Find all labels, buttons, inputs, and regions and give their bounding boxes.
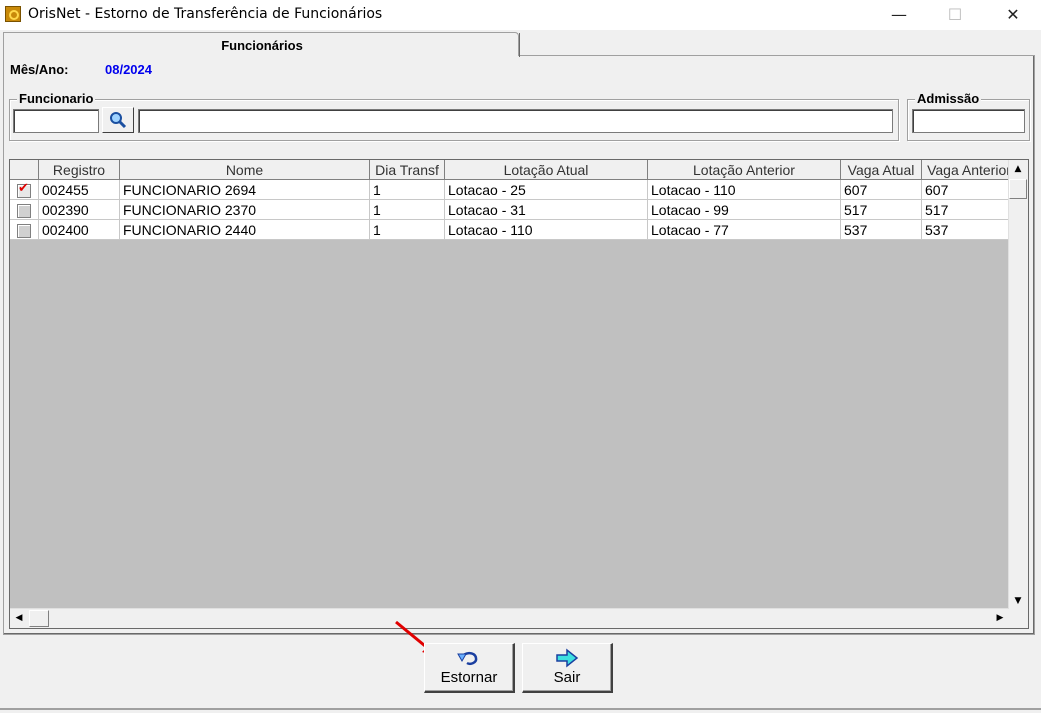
column-header-vaga-anterior[interactable]: Vaga Anterior [921, 160, 1017, 180]
close-button[interactable]: ✕ [990, 0, 1036, 30]
funcionario-code-input[interactable] [13, 109, 99, 133]
admissao-legend: Admissão [915, 91, 982, 106]
table-body: 002455FUNCIONARIO 26941Lotacao - 25Lotac… [10, 179, 1017, 240]
table-row[interactable]: 002400 FUNCIONARIO 2440 1 Lotacao - 110 Lota… [10, 219, 1017, 240]
sair-label: Sair [553, 669, 581, 686]
period-label: Mês/Ano: [10, 62, 69, 77]
table-header-row: Registro Nome Dia Transf Lotação Atual L… [10, 160, 1017, 180]
vaga-anterior-cell[interactable]: 537 [921, 219, 1017, 240]
column-header-lotacao-atual[interactable]: Lotação Atual [444, 160, 648, 180]
column-header-nome[interactable]: Nome [119, 160, 370, 180]
column-header-lotacao-anterior[interactable]: Lotação Anterior [647, 160, 841, 180]
vaga-atual-cell[interactable]: 537 [840, 219, 922, 240]
nome-cell[interactable]: FUNCIONARIO 2370 [119, 199, 370, 220]
funcionario-name-input[interactable] [138, 109, 893, 133]
column-header-dia-transf[interactable]: Dia Transf [369, 160, 445, 180]
column-header-check [10, 160, 39, 180]
row-checkbox-cell[interactable] [10, 179, 39, 200]
nome-cell[interactable]: FUNCIONARIO 2694 [119, 179, 370, 200]
scroll-corner [1009, 609, 1028, 628]
scroll-right-icon[interactable]: ▶ [991, 609, 1009, 627]
lotacao-anterior-cell[interactable]: Lotacao - 110 [647, 179, 841, 200]
row-checkbox[interactable] [17, 203, 31, 218]
estornar-button[interactable]: Estornar [424, 643, 515, 693]
nome-cell[interactable]: FUNCIONARIO 2440 [119, 219, 370, 240]
arrow-right-icon [556, 648, 579, 668]
estornar-label: Estornar [440, 669, 498, 686]
dia-transf-cell[interactable]: 1 [369, 199, 445, 220]
sair-button[interactable]: Sair [522, 643, 613, 693]
tab-funcionarios-label: Funcionários [221, 38, 303, 53]
row-checkbox[interactable] [17, 181, 31, 198]
table-row[interactable]: 002390 FUNCIONARIO 2370 1 Lotacao - 31 Lotac… [10, 199, 1017, 220]
lotacao-atual-cell[interactable]: Lotacao - 25 [444, 179, 648, 200]
table-row[interactable]: 002455FUNCIONARIO 26941Lotacao - 25Lotac… [10, 179, 1017, 200]
registro-cell[interactable]: 002400 [38, 219, 120, 240]
horizontal-scrollbar[interactable]: ◀ ▶ [10, 608, 1009, 628]
vertical-scrollbar[interactable]: ▲ ▼ [1008, 160, 1028, 610]
scroll-left-icon[interactable]: ◀ [10, 609, 28, 627]
employees-grid[interactable]: Registro Nome Dia Transf Lotação Atual L… [9, 159, 1029, 629]
registro-cell[interactable]: 002455 [38, 179, 120, 200]
column-header-vaga-atual[interactable]: Vaga Atual [840, 160, 922, 180]
period-value: 08/2024 [105, 62, 152, 77]
registro-cell[interactable]: 002390 [38, 199, 120, 220]
search-icon [110, 112, 127, 129]
app-icon [5, 6, 21, 22]
lotacao-atual-cell[interactable]: Lotacao - 110 [444, 219, 648, 240]
search-button[interactable] [102, 107, 134, 133]
vaga-anterior-cell[interactable]: 517 [921, 199, 1017, 220]
minimize-button[interactable]: — [876, 0, 922, 30]
lotacao-anterior-cell[interactable]: Lotacao - 99 [647, 199, 841, 220]
horizontal-scroll-thumb[interactable] [29, 610, 49, 627]
column-header-registro[interactable]: Registro [38, 160, 120, 180]
title-bar: OrisNet - Estorno de Transferência de Fu… [0, 0, 1041, 30]
dia-transf-cell[interactable]: 1 [369, 179, 445, 200]
window-title: OrisNet - Estorno de Transferência de Fu… [28, 6, 383, 22]
employees-table: Registro Nome Dia Transf Lotação Atual L… [10, 160, 1017, 240]
lotacao-atual-cell[interactable]: Lotacao - 31 [444, 199, 648, 220]
vaga-atual-cell[interactable]: 517 [840, 199, 922, 220]
funcionario-legend: Funcionario [17, 91, 96, 106]
undo-icon [457, 651, 478, 666]
status-divider [0, 708, 1041, 710]
dia-transf-cell[interactable]: 1 [369, 219, 445, 240]
vaga-atual-cell[interactable]: 607 [840, 179, 922, 200]
admissao-input[interactable] [912, 109, 1025, 133]
scroll-up-icon[interactable]: ▲ [1009, 160, 1027, 178]
scroll-down-icon[interactable]: ▼ [1009, 592, 1027, 610]
tab-funcionarios[interactable]: Funcionários [3, 32, 520, 57]
row-checkbox-cell[interactable] [10, 219, 39, 240]
row-checkbox[interactable] [17, 223, 31, 238]
lotacao-anterior-cell[interactable]: Lotacao - 77 [647, 219, 841, 240]
vertical-scroll-thumb[interactable] [1009, 179, 1027, 199]
row-checkbox-cell[interactable] [10, 199, 39, 220]
maximize-button[interactable]: ☐ [932, 0, 978, 30]
vaga-anterior-cell[interactable]: 607 [921, 179, 1017, 200]
